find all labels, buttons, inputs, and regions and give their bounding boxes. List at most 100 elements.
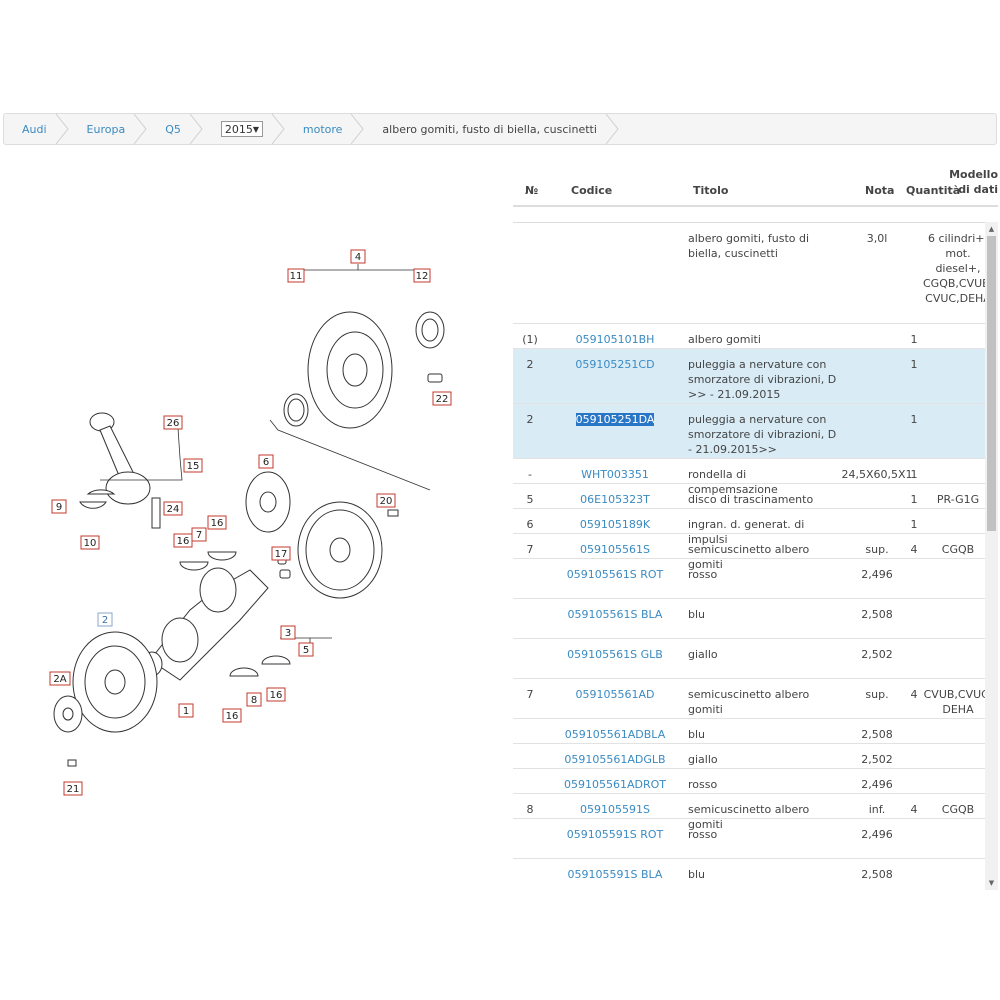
callout-8[interactable]: 8	[246, 692, 262, 707]
header-note[interactable]: Nota	[865, 184, 894, 197]
selected-text[interactable]: 059105251DA	[575, 413, 655, 426]
table-scrollbar[interactable]: ▲ ▼	[985, 222, 998, 890]
callout-17[interactable]: 17	[271, 546, 291, 561]
table-row[interactable]: 6 059105189K ingran. d. generat. di impuls…	[513, 509, 985, 546]
part-code-link[interactable]: 059105101BH	[547, 332, 683, 347]
callout-24[interactable]: 24	[163, 501, 183, 516]
breadcrumb-brand[interactable]: Audi	[4, 114, 69, 144]
part-code-link[interactable]: 059105561S GLB	[547, 647, 683, 662]
table-row[interactable]: albero gomiti, fusto di biella, cuscinet…	[513, 223, 985, 324]
part-note: 2,496	[861, 568, 893, 581]
breadcrumb-model[interactable]: Q5	[147, 114, 203, 144]
part-code-link[interactable]: 059105561S	[547, 542, 683, 557]
callout-10[interactable]: 10	[80, 535, 100, 550]
callout-15[interactable]: 15	[183, 458, 203, 473]
part-note: 2,508	[861, 868, 893, 881]
part-note: 2,496	[861, 828, 893, 841]
part-code-link[interactable]: 059105591S BLA	[547, 867, 683, 882]
part-note: 2,502	[861, 753, 893, 766]
table-row[interactable]: 7 059105561AD semicuscinetto albero gomiti…	[513, 679, 985, 719]
scrollbar-thumb[interactable]	[987, 236, 996, 531]
part-code-link[interactable]: 059105561ADGLB	[547, 752, 683, 767]
scroll-up-arrow-icon[interactable]: ▲	[985, 222, 998, 236]
table-row[interactable]: 059105591S ROT rosso 2,496	[513, 819, 985, 859]
part-model: CGQB	[941, 543, 975, 556]
svg-text:6: 6	[263, 457, 269, 468]
table-row[interactable]: 059105561S GLB giallo 2,502	[513, 639, 985, 679]
part-code-link[interactable]: 059105251DA	[547, 412, 683, 427]
table-row[interactable]: 8 059105591S semicuscinetto albero gomiti i…	[513, 794, 985, 831]
table-row[interactable]: 059105561ADBLA blu 2,508	[513, 719, 985, 744]
part-title: albero gomiti, fusto di biella, cuscinet…	[688, 232, 810, 260]
callout-16-upper-right[interactable]: 16	[207, 515, 227, 530]
callout-20[interactable]: 20	[376, 493, 396, 508]
callout-22[interactable]: 22	[432, 391, 452, 406]
pulley-assembly-drawing[interactable]	[269, 311, 445, 491]
callout-3[interactable]: 3	[280, 625, 296, 640]
table-row[interactable]: (1) 059105101BH albero gomiti 1	[513, 324, 985, 349]
breadcrumb-region-label[interactable]: Europa	[87, 123, 126, 136]
flywheel-drawing[interactable]	[245, 471, 399, 599]
crankshaft-drawing[interactable]	[141, 551, 291, 681]
svg-text:16: 16	[270, 690, 283, 701]
callout-12[interactable]: 12	[413, 268, 431, 283]
header-model[interactable]: Modello di dati	[936, 167, 998, 197]
breadcrumb-group[interactable]: motore	[285, 114, 365, 144]
header-code[interactable]: Codice	[571, 184, 612, 197]
table-row[interactable]: 059105561S BLA blu 2,508	[513, 599, 985, 639]
part-code-link[interactable]: 059105591S	[547, 802, 683, 817]
callout-1[interactable]: 1	[178, 703, 194, 718]
part-code-link[interactable]: 059105591S ROT	[547, 827, 683, 842]
callout-21[interactable]: 21	[63, 781, 83, 796]
callout-6[interactable]: 6	[258, 454, 274, 469]
part-code-link[interactable]: 059105251CD	[547, 357, 683, 372]
svg-text:16: 16	[226, 711, 239, 722]
row-number: -	[528, 468, 532, 481]
scroll-down-arrow-icon[interactable]: ▼	[985, 876, 998, 890]
table-row[interactable]: - WHT003351 rondella di compemsazione 24,5X…	[513, 459, 985, 496]
callout-26[interactable]: 26	[163, 415, 183, 430]
callout-16-bottom-left[interactable]: 16	[222, 708, 242, 723]
damper-pulley-drawing[interactable]	[53, 631, 158, 767]
callout-11[interactable]: 11	[287, 268, 305, 283]
callout-16-bottom-right[interactable]: 16	[266, 687, 286, 702]
part-model: 6 cilindri+, mot. diesel+, CGQB,CVUB, CV…	[923, 232, 985, 305]
breadcrumb-group-label[interactable]: motore	[303, 123, 343, 136]
part-quantity: 1	[910, 493, 918, 506]
connecting-rod-drawing[interactable]	[79, 412, 161, 529]
part-code-link[interactable]: 059105189K	[547, 517, 683, 532]
part-code-link[interactable]: WHT003351	[547, 467, 683, 482]
part-code-link[interactable]: 059105561S ROT	[547, 567, 683, 582]
breadcrumb-model-label[interactable]: Q5	[165, 123, 181, 136]
callout-9[interactable]: 9	[51, 499, 67, 514]
part-code-link[interactable]: 059105561S BLA	[547, 607, 683, 622]
callout-4[interactable]: 4	[350, 249, 366, 264]
chevron-right-icon	[189, 114, 203, 144]
table-row[interactable]: 2 059105251CD puleggia a nervature con smo…	[513, 349, 985, 404]
chevron-right-icon	[55, 114, 69, 144]
part-code-link[interactable]: 059105561ADBLA	[547, 727, 683, 742]
callout-2[interactable]: 2	[97, 612, 113, 627]
callout-16-top[interactable]: 16	[173, 533, 193, 548]
callout-7[interactable]: 7	[191, 527, 207, 542]
callout-5[interactable]: 5	[298, 642, 314, 657]
table-row[interactable]: 059105561ADGLB giallo 2,502	[513, 744, 985, 769]
part-code-link[interactable]: 059105561AD	[547, 687, 683, 702]
part-title: disco di trascinamento	[688, 493, 814, 506]
part-code-link[interactable]: 059105561ADROT	[547, 777, 683, 792]
part-code-link[interactable]: 06E105323T	[547, 492, 683, 507]
breadcrumb-brand-label[interactable]: Audi	[22, 123, 47, 136]
header-number[interactable]: №	[525, 184, 538, 197]
table-row[interactable]: 059105561ADROT rosso 2,496	[513, 769, 985, 794]
table-row[interactable]: 7 059105561S semicuscinetto albero gomiti s…	[513, 534, 985, 571]
year-select[interactable]: 2015 ▼	[220, 121, 263, 137]
table-row[interactable]: 059105591S BLA blu 2,508	[513, 859, 985, 890]
part-title: rosso	[688, 778, 718, 791]
breadcrumb-region[interactable]: Europa	[69, 114, 148, 144]
table-row[interactable]: 059105561S ROT rosso 2,496	[513, 559, 985, 599]
part-note: 2,496	[861, 778, 893, 791]
callout-2a[interactable]: 2A	[49, 671, 71, 686]
table-row[interactable]: 2 059105251DA puleggia a nervature con smo…	[513, 404, 985, 459]
header-title[interactable]: Titolo	[693, 184, 728, 197]
table-row[interactable]: 5 06E105323T disco di trascinamento 1 PR-G1G	[513, 484, 985, 509]
